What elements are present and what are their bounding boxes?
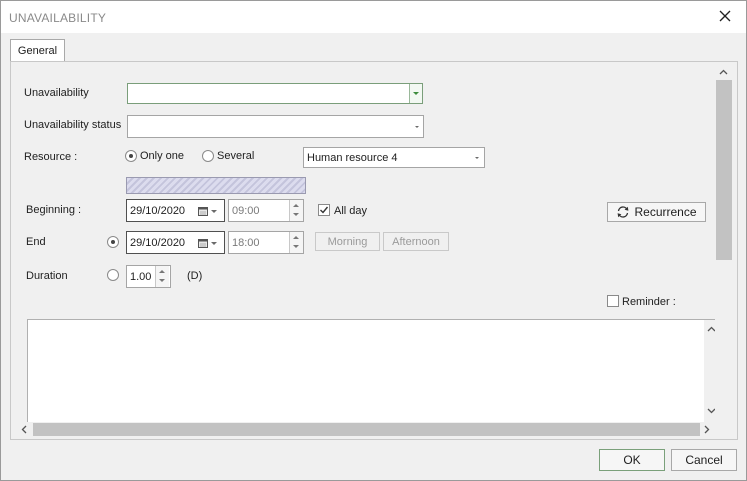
chevron-down-icon [413, 92, 419, 95]
end-time-value: 18:00 [232, 236, 260, 249]
beginning-time-field[interactable]: 09:00 [228, 199, 304, 222]
all-day-checkbox[interactable] [318, 204, 330, 216]
end-time-field[interactable]: 18:00 [228, 231, 304, 254]
horizontal-scroll-thumb[interactable] [33, 423, 700, 436]
resource-several-radio[interactable] [202, 150, 214, 162]
spin-down-icon[interactable] [293, 213, 299, 216]
close-icon [719, 10, 731, 22]
resource-color-bar [126, 177, 306, 194]
reminder-checkbox[interactable] [607, 295, 619, 307]
spin-up-icon[interactable] [293, 236, 299, 239]
chevron-left-icon[interactable] [21, 425, 27, 434]
duration-spinner[interactable] [155, 266, 169, 287]
chevron-down-icon[interactable] [211, 242, 217, 245]
beginning-date-field[interactable]: 29/10/2020 [126, 199, 225, 222]
notes-horizontal-scrollbar[interactable] [18, 422, 719, 437]
reminder-label: Reminder : [622, 296, 676, 308]
chevron-down-icon [415, 126, 419, 128]
chevron-right-icon[interactable] [704, 425, 710, 434]
chevron-down-icon[interactable] [211, 210, 217, 213]
unavailability-label: Unavailability [24, 87, 89, 99]
end-date-value: 29/10/2020 [130, 236, 186, 249]
duration-radio[interactable] [107, 269, 119, 281]
resource-only-one-label: Only one [140, 150, 185, 162]
resource-several-label: Several [217, 150, 255, 162]
calendar-icon[interactable] [198, 206, 208, 216]
vertical-scroll-thumb[interactable] [716, 80, 732, 260]
resource-value: Human resource 4 [307, 151, 398, 164]
status-label: Unavailability status [24, 119, 122, 131]
spin-down-icon[interactable] [159, 279, 165, 282]
beginning-date-value: 29/10/2020 [130, 204, 186, 217]
notes-textarea[interactable] [27, 319, 720, 437]
resource-label: Resource : [24, 151, 78, 163]
afternoon-button[interactable]: Afternoon [383, 232, 449, 251]
title-bar: UNAVAILABILITY [1, 1, 746, 33]
calendar-icon[interactable] [198, 238, 208, 248]
morning-button[interactable]: Morning [315, 232, 380, 251]
end-time-spinner[interactable] [289, 232, 303, 253]
panel-vertical-scrollbar[interactable] [715, 63, 733, 439]
window-title: UNAVAILABILITY [9, 11, 107, 25]
chevron-up-icon[interactable] [719, 69, 728, 75]
unavailability-combo[interactable] [127, 83, 423, 104]
status-combo[interactable] [127, 115, 424, 138]
resource-only-one-radio[interactable] [125, 150, 137, 162]
unavailability-dialog: UNAVAILABILITY General Unavailability Un… [0, 0, 747, 481]
spin-up-icon[interactable] [159, 270, 165, 273]
duration-label: Duration [26, 270, 68, 282]
end-label: End [26, 236, 46, 248]
spin-up-icon[interactable] [293, 204, 299, 207]
resource-combo[interactable]: Human resource 4 [303, 147, 485, 168]
close-button[interactable] [713, 4, 737, 28]
duration-field[interactable]: 1.00 [126, 265, 171, 288]
unavailability-dropdown-button[interactable] [409, 84, 422, 103]
beginning-label: Beginning : [26, 204, 82, 216]
recurrence-button[interactable]: Recurrence [607, 202, 706, 222]
spin-down-icon[interactable] [293, 245, 299, 248]
checkmark-icon [320, 206, 329, 214]
chevron-down-icon [475, 157, 479, 159]
cancel-button[interactable]: Cancel [671, 449, 737, 471]
beginning-time-value: 09:00 [232, 204, 260, 217]
recurrence-label: Recurrence [634, 205, 697, 219]
duration-unit: (D) [187, 270, 203, 282]
end-date-field[interactable]: 29/10/2020 [126, 231, 225, 254]
duration-value: 1.00 [130, 270, 152, 283]
beginning-time-spinner[interactable] [289, 200, 303, 221]
tab-general[interactable]: General [10, 39, 65, 62]
all-day-label: All day [334, 205, 368, 217]
ok-button[interactable]: OK [599, 449, 665, 471]
end-radio[interactable] [107, 236, 119, 248]
refresh-icon [618, 206, 629, 218]
